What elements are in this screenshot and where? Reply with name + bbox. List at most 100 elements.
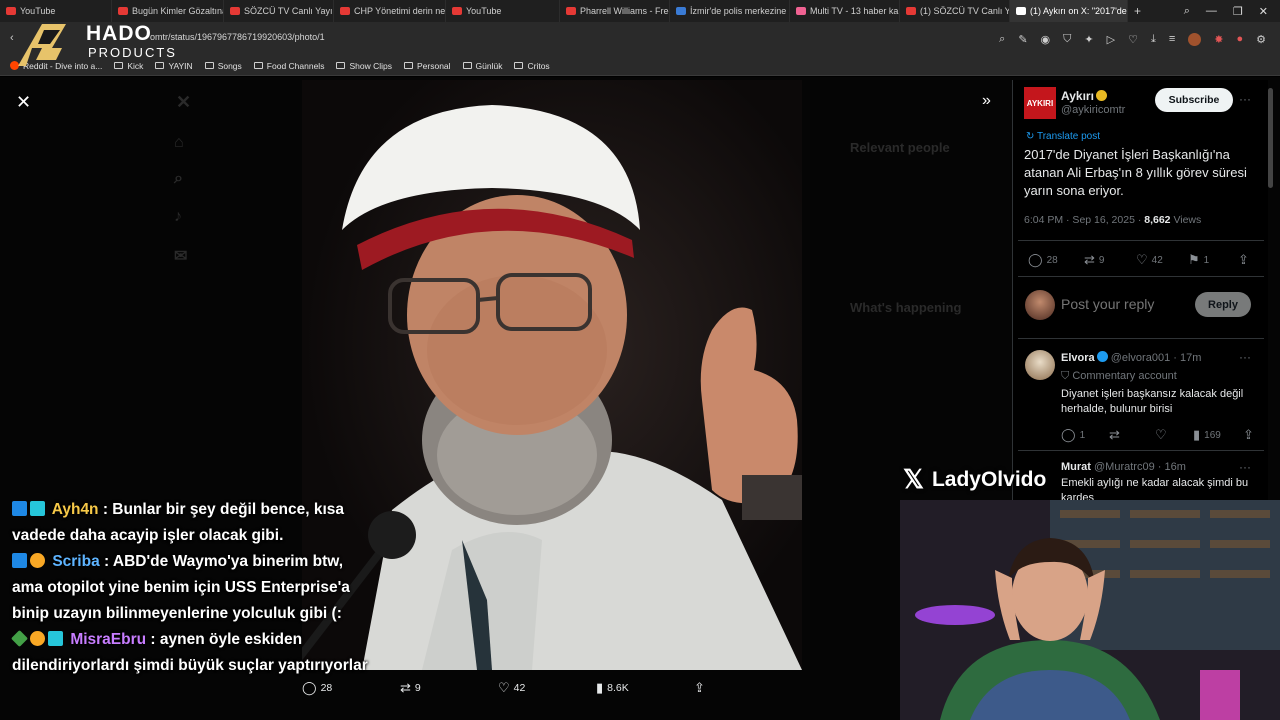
share-action[interactable]: ⇪	[1238, 252, 1249, 268]
x-logo-icon: 𝕏	[903, 464, 924, 494]
more-options-icon[interactable]: ···	[1239, 460, 1251, 474]
tab-izmir[interactable]: İzmir'de polis merkezine	[670, 0, 790, 22]
chat-username: MisraEbru	[70, 631, 147, 648]
author-name[interactable]: Aykırı	[1061, 89, 1107, 103]
menu-icon[interactable]: ≡	[1169, 33, 1175, 46]
tab-pharrell[interactable]: Pharrell Williams - Freed	[560, 0, 670, 22]
bookmark-action[interactable]: ⚑ 1	[1188, 252, 1238, 268]
tweet-photo[interactable]	[302, 80, 802, 670]
tab-youtube-2[interactable]: YouTube	[446, 0, 560, 22]
reply-icon: ◯	[1061, 427, 1076, 442]
bookmarks-bar: Reddit - Dive into a... Kick YAYIN Songs…	[0, 56, 1280, 76]
reply-action[interactable]: ◯ 1	[1061, 427, 1109, 443]
close-photo-icon[interactable]: ✕	[16, 92, 31, 113]
maximize-button[interactable]: ❐	[1233, 5, 1243, 18]
shield-icon[interactable]: ⛉	[1063, 33, 1071, 46]
webcam-feed	[900, 500, 1280, 720]
extension-icon[interactable]: ✦	[1084, 33, 1093, 46]
subscribe-button[interactable]: Subscribe	[1155, 88, 1233, 112]
folder-icon	[204, 62, 214, 69]
like-action[interactable]: ♡	[1155, 427, 1193, 443]
reply-button[interactable]: Reply	[1195, 292, 1251, 317]
new-tab-button[interactable]: +	[1128, 0, 1147, 22]
ext-red-icon[interactable]: ✸	[1214, 33, 1223, 46]
edit-icon[interactable]: ✎	[1018, 33, 1027, 46]
badge-icon: ⛉	[1061, 370, 1073, 382]
collapse-panel-icon[interactable]: »	[982, 92, 991, 110]
bookmark-showclips[interactable]: Show Clips	[336, 61, 392, 71]
translate-icon: ↻	[1026, 131, 1037, 142]
commenter-avatar[interactable]	[1025, 350, 1055, 380]
tweet-actions: ◯ 28 ⇄ 9 ♡ 42 ⚑ 1 ⇪	[1028, 252, 1249, 268]
relevant-people-heading: Relevant people	[850, 140, 950, 155]
zoom-icon[interactable]: ⌕	[999, 33, 1005, 46]
reply-action[interactable]: ◯ 28	[302, 680, 332, 696]
close-window-button[interactable]: ✕	[1259, 5, 1268, 18]
share-action[interactable]: ⇪	[694, 680, 705, 696]
camera-icon[interactable]: ◉	[1041, 33, 1051, 46]
puzzle-icon[interactable]: ⚙	[1256, 33, 1266, 46]
youtube-icon	[906, 7, 916, 15]
share-icon: ⇪	[694, 680, 705, 695]
diamond-badge-icon	[11, 630, 28, 647]
profile-icon[interactable]	[1188, 33, 1202, 46]
reply-input[interactable]	[1061, 296, 1181, 312]
x-nav-logo-icon: ✕	[176, 92, 192, 112]
folder-icon	[514, 62, 524, 69]
author-handle[interactable]: @aykiricomtr	[1061, 104, 1125, 116]
scrollbar[interactable]	[1268, 88, 1273, 188]
views-action[interactable]: ▮ 8.6K	[596, 680, 629, 696]
bookmark-songs[interactable]: Songs	[204, 61, 242, 71]
tab-bugun[interactable]: Bugün Kimler Gözaltına	[112, 0, 224, 22]
reply-icon: ◯	[1028, 252, 1043, 267]
back-icon[interactable]: ‹	[10, 32, 14, 44]
comment-author[interactable]: Murat @Muratrc09 · 16m	[1061, 461, 1186, 473]
like-action[interactable]: ♡ 42	[498, 680, 525, 696]
reply-action[interactable]: ◯ 28	[1028, 252, 1084, 268]
more-options-icon[interactable]: ···	[1239, 92, 1251, 106]
views-action[interactable]: ▮ 169	[1193, 427, 1243, 443]
user-avatar[interactable]	[1025, 290, 1055, 320]
verified-gold-icon	[1095, 90, 1107, 101]
like-action[interactable]: ♡ 42	[1136, 252, 1188, 268]
tab-aykiri[interactable]: (1) Aykırı on X: "2017'de D✕	[1010, 0, 1128, 22]
folder-icon	[253, 62, 263, 69]
tab-sozcu-1[interactable]: SÖZCÜ TV Canlı Yayını	[224, 0, 334, 22]
heart-icon[interactable]: ♡	[1128, 33, 1138, 46]
translate-post-link[interactable]: ↻ Translate post	[1026, 131, 1100, 142]
folder-icon	[462, 62, 472, 69]
tab-chp[interactable]: CHP Yönetimi derin nefe	[334, 0, 446, 22]
minimize-button[interactable]: —	[1206, 5, 1217, 17]
youtube-icon	[118, 7, 128, 15]
x-logo-icon	[1016, 7, 1026, 15]
youtube-icon	[230, 7, 240, 15]
chat-message: Ayh4n : Bunlar bir şey değil bence, kısa…	[12, 497, 372, 549]
bookmark-critos[interactable]: Critos	[514, 61, 550, 71]
divider	[1018, 338, 1264, 339]
play-icon[interactable]: ▷	[1107, 33, 1115, 46]
bookmark-gunluk[interactable]: Günlük	[462, 61, 502, 71]
ext-rec-icon[interactable]: ●	[1236, 33, 1243, 46]
window-controls: ⌕ — ❐ ✕	[1184, 0, 1280, 22]
bookmark-food[interactable]: Food Channels	[253, 61, 324, 71]
verified-blue-icon	[1096, 351, 1108, 362]
repost-icon: ⇄	[400, 680, 411, 695]
download-icon[interactable]: ⤓	[1151, 33, 1156, 46]
youtube-icon	[6, 7, 16, 15]
divider	[1018, 240, 1264, 241]
repost-action[interactable]: ⇄ 9	[1084, 252, 1136, 268]
search-tabs-icon[interactable]: ⌕	[1184, 5, 1190, 18]
share-action[interactable]: ⇪	[1243, 427, 1254, 443]
comment-author[interactable]: Elvora @elvora001 · 17m	[1061, 351, 1201, 364]
tab-sozcu-2[interactable]: (1) SÖZCÜ TV Canlı Yayı	[900, 0, 1010, 22]
bookmark-personal[interactable]: Personal	[403, 61, 451, 71]
hado-logo-mark	[18, 24, 66, 66]
chat-message: Scriba : ABD'de Waymo'ya binerim btw, am…	[12, 549, 372, 627]
author-avatar[interactable]: AYKIRI	[1024, 87, 1056, 119]
more-options-icon[interactable]: ···	[1239, 350, 1251, 364]
repost-action[interactable]: ⇄ 9	[400, 680, 421, 696]
explore-nav-icon: ⌕	[174, 170, 183, 187]
tab-multitv[interactable]: Multi TV - 13 haber kana	[790, 0, 900, 22]
repost-action[interactable]: ⇄	[1109, 427, 1155, 443]
tab-youtube-1[interactable]: YouTube	[0, 0, 112, 22]
